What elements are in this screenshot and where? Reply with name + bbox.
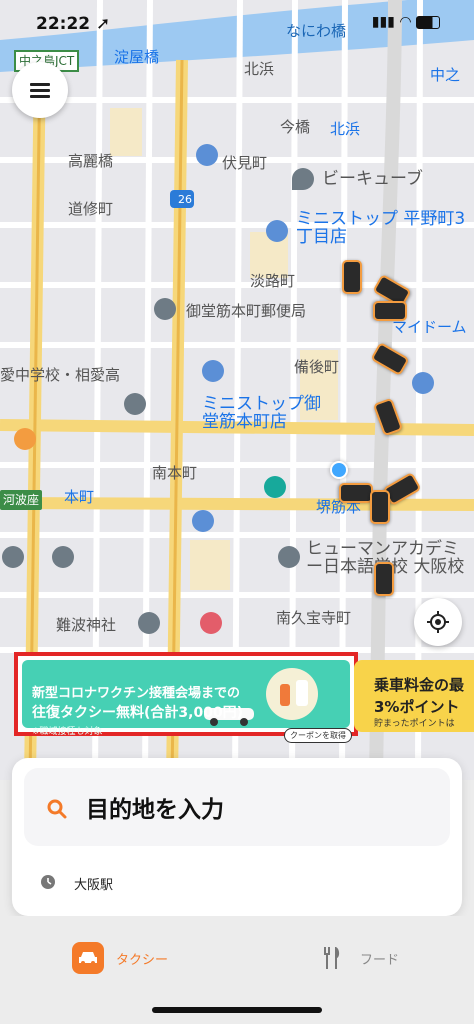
taxi-car-icon bbox=[342, 260, 362, 294]
banner-headline: 新型コロナワクチン接種会場までの bbox=[32, 686, 241, 701]
wifi-icon: ◠ bbox=[399, 14, 412, 30]
current-location-dot bbox=[330, 461, 348, 479]
status-time: 22:22 ➚ bbox=[36, 14, 111, 34]
taxi-car-icon bbox=[370, 490, 390, 524]
signal-icon: ▮▮▮ bbox=[371, 14, 395, 30]
map-label-kawaza: 河波座 bbox=[0, 490, 43, 510]
map-label-nakanoshima-right: 中之 bbox=[430, 66, 461, 84]
map-label-aijhs: 愛中学校・相愛高 bbox=[0, 366, 121, 384]
destination-search-input[interactable]: 目的地を入力 bbox=[24, 768, 450, 846]
map-label-kitahama-top: 北浜 bbox=[244, 60, 275, 78]
menu-button[interactable] bbox=[12, 62, 68, 118]
map-label-nanba-shrine: 難波神社 bbox=[56, 616, 117, 634]
points-banner[interactable]: 乗車料金の最 3%ポイント 貯まったポイントは bbox=[354, 660, 474, 732]
map-label-gomido-post: 御堂筋本町郵便局 bbox=[186, 302, 307, 320]
crosshair-icon bbox=[427, 611, 449, 633]
status-icons: ▮▮▮ ◠ bbox=[372, 14, 440, 30]
map-label-bqube: ビーキューブ bbox=[322, 169, 423, 189]
taxi-car-icon bbox=[339, 483, 373, 503]
tab-taxi-label: タクシー bbox=[116, 952, 169, 968]
points-banner-line1: 乗車料金の最 bbox=[374, 676, 465, 694]
poi-pin-icon[interactable] bbox=[292, 168, 314, 190]
map-label-yodoyabashi: 淀屋橋 bbox=[114, 48, 160, 66]
banner-subheadline: 往復タクシー無料(合計3,000円) bbox=[32, 705, 244, 721]
map-label-bingo: 備後町 bbox=[294, 358, 340, 376]
tab-food[interactable]: フード bbox=[316, 942, 399, 974]
tab-food-label: フード bbox=[360, 952, 400, 968]
search-icon bbox=[47, 799, 67, 819]
poi-pin-icon[interactable] bbox=[52, 546, 74, 568]
locate-me-button[interactable] bbox=[414, 598, 462, 646]
map-label-ministop-gomido: ミニストップ御堂筋本町店 bbox=[202, 394, 321, 432]
school-icon[interactable] bbox=[124, 393, 146, 415]
map-label-koraibashi: 高麗橋 bbox=[68, 152, 114, 170]
store-icon[interactable] bbox=[266, 220, 288, 242]
taxi-icon bbox=[72, 942, 104, 974]
map-label-kitahama-station: 北浜 bbox=[330, 120, 361, 138]
status-bar: 22:22 ➚ ▮▮▮ ◠ bbox=[0, 0, 474, 46]
map-label-doshucho: 道修町 bbox=[68, 200, 114, 218]
poi-pin-icon[interactable] bbox=[278, 546, 300, 568]
post-office-icon[interactable] bbox=[154, 298, 176, 320]
battery-icon bbox=[416, 15, 440, 29]
tab-taxi[interactable]: タクシー bbox=[72, 942, 168, 974]
map-label-imabashi: 今橋 bbox=[280, 118, 311, 136]
store-icon[interactable] bbox=[192, 510, 214, 532]
map-label-hommachi: 本町 bbox=[64, 488, 95, 506]
hamburger-icon bbox=[30, 80, 50, 101]
store-icon[interactable] bbox=[412, 372, 434, 394]
map-label-awaji: 淡路町 bbox=[250, 272, 296, 290]
map-label-minamikyuho: 南久宝寺町 bbox=[276, 609, 352, 627]
destination-placeholder: 目的地を入力 bbox=[86, 797, 224, 823]
get-coupon-button[interactable]: クーポンを取得 bbox=[284, 728, 352, 743]
restaurant-icon[interactable] bbox=[14, 428, 36, 450]
recent-destination-label: 大阪駅 bbox=[74, 878, 114, 893]
poi-pin-icon[interactable] bbox=[2, 546, 24, 568]
clock-icon bbox=[41, 875, 55, 889]
banner-note: ※職域接種も対象 bbox=[32, 727, 103, 737]
fork-knife-icon bbox=[316, 942, 348, 974]
points-banner-line3: 貯まったポイントは bbox=[374, 719, 455, 729]
store-icon[interactable] bbox=[202, 360, 224, 382]
destination-sheet: 目的地を入力 大阪駅 bbox=[12, 758, 462, 916]
points-banner-line2: 3%ポイント bbox=[374, 698, 460, 716]
poi-building-icon[interactable] bbox=[196, 144, 218, 166]
vaccine-taxi-banner[interactable]: 新型コロナワクチン接種会場までの 往復タクシー無料(合計3,000円) ※職域接… bbox=[14, 652, 358, 743]
hospital-icon[interactable] bbox=[200, 612, 222, 634]
taxi-car-icon bbox=[373, 301, 407, 321]
map-label-ministop-hirano: ミニストップ 平野町3丁目店 bbox=[296, 209, 466, 247]
home-indicator bbox=[152, 1007, 322, 1013]
route-26-shield: 26 bbox=[178, 193, 192, 206]
attraction-icon[interactable] bbox=[264, 476, 286, 498]
map-label-fushimi: 伏見町 bbox=[222, 154, 268, 172]
taxi-car-icon bbox=[374, 562, 394, 596]
shrine-icon[interactable] bbox=[138, 612, 160, 634]
map-label-minamihon: 南本町 bbox=[152, 464, 198, 482]
